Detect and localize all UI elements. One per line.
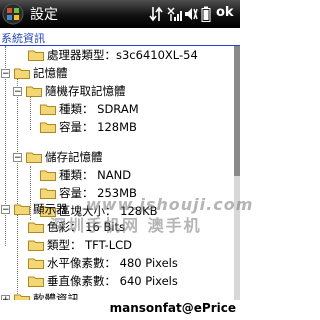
folder-icon — [40, 188, 56, 199]
sync-arrows-icon[interactable] — [148, 5, 164, 23]
collapse-icon[interactable]: − — [1, 68, 10, 78]
signal-icon[interactable] — [166, 5, 182, 23]
volume-icon[interactable] — [184, 5, 198, 23]
system-info-tree: 處理器類型：s3c6410XL-54 − 記憶體 − 隨機存取記憶體 種類： S… — [0, 46, 234, 300]
tree-item-label: 容量： 128MB — [59, 120, 137, 134]
tree-connector — [30, 166, 31, 220]
folder-icon — [26, 86, 42, 97]
ok-button[interactable]: ok — [216, 5, 234, 20]
watermark-text: 深圳手机网 澳手机 — [50, 216, 202, 235]
folder-icon — [28, 50, 44, 61]
tree-item-label: 記憶體 — [33, 66, 68, 80]
windows-start-icon[interactable] — [2, 3, 24, 25]
tree-item-storage[interactable]: − 儲存記憶體 — [13, 148, 103, 166]
title-bar: 設定 ok — [0, 0, 240, 28]
scrollbar-thumb[interactable] — [234, 46, 240, 176]
folder-icon — [14, 68, 30, 79]
tree-item-label: 種類： NAND — [59, 168, 132, 182]
tree-item-ram[interactable]: − 隨機存取記憶體 — [13, 82, 126, 100]
tree-item-cpu-type[interactable]: 處理器類型：s3c6410XL-54 — [28, 46, 198, 64]
section-label: 系統資訊 — [1, 32, 45, 45]
folder-icon — [26, 152, 42, 163]
window-title: 設定 — [30, 7, 58, 23]
folder-icon — [40, 104, 56, 115]
folder-icon — [40, 170, 56, 181]
bottom-bar: mansonfat@ePrice — [0, 300, 240, 320]
tree-item-label: 種類： SDRAM — [59, 102, 139, 116]
collapse-icon[interactable]: − — [13, 152, 22, 162]
collapse-icon[interactable]: − — [13, 86, 22, 96]
tree-item-ram-capacity[interactable]: 容量： 128MB — [40, 118, 137, 136]
tree-connector — [17, 210, 18, 300]
folder-icon — [40, 122, 56, 133]
tree-item-label: 隨機存取記憶體 — [45, 84, 126, 98]
tree-item-ram-kind[interactable]: 種類： SDRAM — [40, 100, 139, 118]
tree-item-storage-kind[interactable]: 種類： NAND — [40, 166, 131, 184]
tree-item-label: 儲存記憶體 — [45, 150, 103, 164]
tree-item-memory[interactable]: − 記憶體 — [1, 64, 68, 82]
tree-item-label: 處理器類型：s3c6410XL-54 — [47, 48, 198, 62]
photo-credit: mansonfat@ePrice — [109, 301, 236, 315]
battery-icon[interactable] — [200, 5, 212, 23]
